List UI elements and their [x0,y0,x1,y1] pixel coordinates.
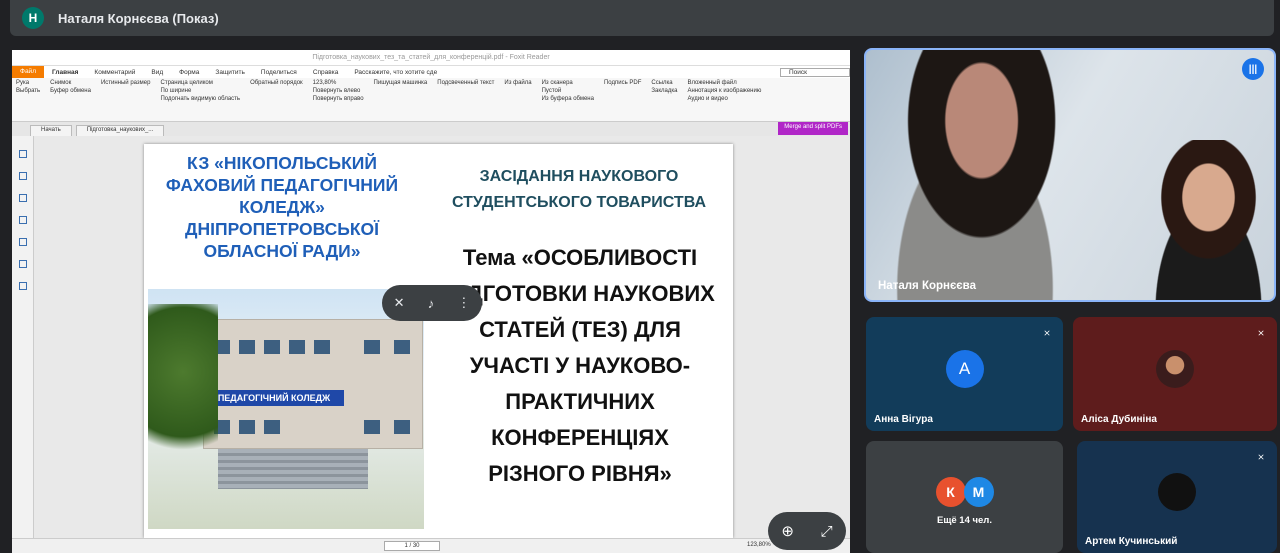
signatures-icon[interactable] [18,282,27,290]
page-indicator[interactable]: 1 / 30 [384,541,440,551]
alisa-name: Аліса Дубиніна [1081,414,1157,425]
audio-video-button[interactable]: Аудио и видео [687,96,761,102]
mic-off-icon: ⨯ [1257,451,1265,462]
mic-off-icon: ⨯ [1257,327,1265,338]
tab-start[interactable]: Начать [30,125,72,136]
participant-tile-anna[interactable]: А ⨯ Анна Вігура [866,317,1063,431]
tab-comment[interactable]: Комментарий [86,69,143,76]
tab-document[interactable]: Підготовка_наукових_... [75,125,165,136]
mic-off-icon: ⨯ [1043,327,1051,338]
layers-icon[interactable] [18,194,27,202]
document-workspace: КЗ «НІКОПОЛЬСЬКИЙ ФАХОВИЙ ПЕДАГОГІЧНИЙ К… [12,136,850,538]
blank-button[interactable]: Пустой [542,88,594,94]
more-participants-tile[interactable]: К М Ещё 14 чел. [866,441,1063,553]
document-tabs: Начать Підготовка_наукових_... Merge and… [12,122,850,136]
ribbon: Рука Выбрать Снимок Буфер обмена Истинный … [12,78,850,122]
reader-status-bar: 1 / 30 123,80% [12,538,850,553]
speaking-indicator-icon: ||| [1242,58,1264,80]
fullscreen-icon[interactable]: ⤢ [821,523,833,540]
bookmark-button[interactable]: Закладка [651,88,677,94]
tab-home[interactable]: Главная [44,69,86,76]
security-icon[interactable] [18,260,27,268]
tree-image [148,304,218,474]
artem-avatar [1158,473,1196,511]
participant-tile-alisa[interactable]: ⨯ Аліса Дубиніна [1073,317,1277,431]
clipboard-tool[interactable]: Буфер обмена [50,88,91,94]
merge-split-button[interactable]: Merge and split PDFs [778,122,848,135]
mute-presentation-icon[interactable]: ♪ [428,296,435,311]
pdf-page: КЗ «НІКОПОЛЬСЬКИЙ ФАХОВИЙ ПЕДАГОГІЧНИЙ К… [144,144,733,538]
from-scanner-button[interactable]: Из сканера [542,80,594,86]
image-annotation-button[interactable]: Аннотация к изображению [687,88,761,94]
avatar-m: М [963,477,994,507]
rotate-right-button[interactable]: Повернуть вправо [313,96,364,102]
participant-video-2 [1126,140,1274,300]
reverse-order-button[interactable]: Обратный порядок [250,80,303,86]
attachment-button[interactable]: Вложенный файл [687,80,761,86]
presenter-avatar: Н [22,7,44,29]
bookmarks-icon[interactable] [18,172,27,180]
main-camera-name: Наталя Корнєєва [878,280,976,292]
tab-share[interactable]: Поделиться [253,69,305,76]
tab-protect[interactable]: Защитить [207,69,253,76]
reader-window-title: Підготовка_наукових_тез_та_статей_для_ко… [12,50,850,66]
meeting-heading: ЗАСІДАННЯ НАУКОВОГО СТУДЕНТСЬКОГО ТОВАРИ… [451,168,707,211]
tab-view[interactable]: Вид [143,69,171,76]
snapshot-tool[interactable]: Снимок [50,80,91,86]
tab-help[interactable]: Справка [305,69,347,76]
stairs-image [218,449,368,489]
participant-video-1 [876,50,1096,300]
unpin-icon[interactable]: ✕ [394,295,405,311]
tell-me-field[interactable]: Расскажите, что хотите сде [346,69,445,76]
ribbon-tabs: Файл Главная Комментарий Вид Форма Защит… [12,66,850,78]
typewriter-button[interactable]: Пишущая машинка [374,80,428,86]
artem-name: Артем Кучинський [1085,536,1178,547]
link-button[interactable]: Ссылка [651,80,677,86]
more-participants-label: Ещё 14 чел. [937,515,992,526]
pages-icon[interactable] [18,150,27,158]
more-options-icon[interactable]: ⋮ [457,295,470,311]
presenter-title: Наталя Корнєєва (Показ) [58,10,219,26]
highlight-button[interactable]: Подсвеченный текст [437,80,494,86]
sign-pdf-button[interactable]: Подпись PDF [604,80,641,86]
more-avatars: К М [866,477,1063,507]
fit-page-button[interactable]: Страница целиком [160,80,240,86]
participant-tile-artem[interactable]: ⨯ Артем Кучинський [1077,441,1277,553]
topic-text: Тема «ОСОБЛИВОСТІ ПІДГОТОВКИ НАУКОВИХ СТ… [445,245,715,486]
avatar-k: К [935,477,966,507]
share-overlay-controls: ✕ ♪ ⋮ [382,285,482,321]
college-photo: ПЕДАГОГІЧНИЙ КОЛЕДЖ [148,289,424,529]
top-bar: Н Наталя Корнєєва (Показ) [10,0,1274,36]
tab-form[interactable]: Форма [171,69,207,76]
fit-width-button[interactable]: По ширине [160,88,240,94]
alisa-avatar [1156,350,1194,388]
tab-file[interactable]: Файл [12,66,44,78]
hand-tool[interactable]: Рука [16,80,40,86]
zoom-select[interactable]: 123,80% [313,80,364,86]
from-clipboard-button[interactable]: Из буфера обмена [542,96,594,102]
zoom-controls: ⊕ ⤢ [768,512,846,550]
actual-size-button[interactable]: Истинный размер [101,80,151,86]
attachments-icon[interactable] [18,238,27,246]
from-file-button[interactable]: Из файла [504,80,531,86]
status-zoom-level[interactable]: 123,80% [747,542,771,548]
fit-visible-button[interactable]: Подогнать видимую область [160,96,240,102]
main-camera-tile[interactable]: ||| Наталя Корнєєва [864,48,1276,302]
college-title: КЗ «НІКОПОЛЬСЬКИЙ ФАХОВИЙ ПЕДАГОГІЧНИЙ К… [165,153,399,261]
anna-name: Анна Вігура [874,414,933,425]
reader-search-input[interactable]: Поиск [780,67,850,77]
building-image: ПЕДАГОГІЧНИЙ КОЛЕДЖ [203,319,423,449]
select-tool[interactable]: Выбрать [16,88,40,94]
building-sign: ПЕДАГОГІЧНИЙ КОЛЕДЖ [204,390,344,406]
anna-avatar: А [945,350,984,388]
rotate-left-button[interactable]: Повернуть влево [313,88,364,94]
reader-sidebar [12,136,34,538]
comments-icon[interactable] [18,216,27,224]
zoom-in-icon[interactable]: ⊕ [781,522,794,540]
